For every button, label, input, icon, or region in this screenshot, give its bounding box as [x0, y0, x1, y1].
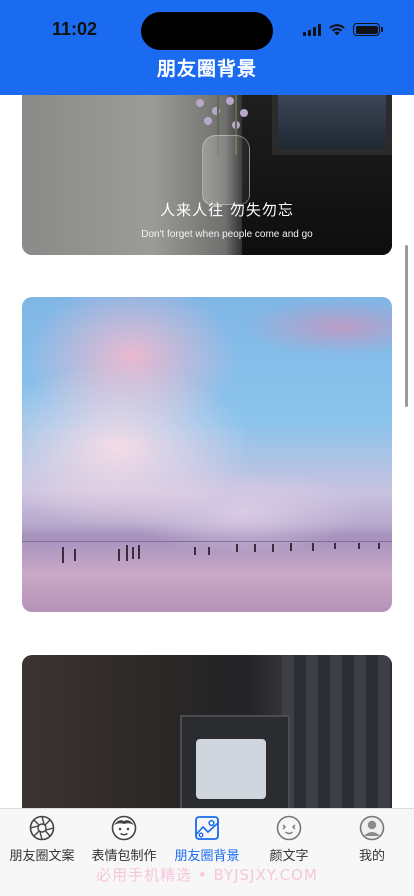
scrollbar[interactable]: [405, 245, 408, 407]
profile-icon: [359, 815, 385, 841]
tab-moments-copy[interactable]: 朋友圈文案: [1, 815, 83, 864]
aperture-icon: [29, 815, 55, 841]
background-card[interactable]: [22, 655, 392, 808]
page-title: 朋友圈背景: [156, 58, 257, 80]
tab-label: 我的: [358, 849, 385, 864]
card-quote-chinese: 人来人往 勿失勿忘: [160, 201, 294, 219]
tab-kaomoji[interactable]: 颜文字: [248, 815, 330, 864]
tab-mine[interactable]: 我的: [331, 815, 413, 864]
kaomoji-icon: [276, 815, 302, 841]
wifi-icon: [329, 24, 345, 36]
tab-label: 表情包制作: [91, 849, 157, 864]
background-card[interactable]: 人来人往 勿失勿忘 Don't forget when people come …: [22, 95, 392, 255]
tab-label: 朋友圈文案: [9, 849, 75, 864]
battery-icon: [353, 23, 383, 36]
sea-horizon: [22, 541, 392, 542]
face-icon: [111, 815, 137, 841]
glass-vase: [202, 135, 250, 205]
status-time: 11:02: [52, 19, 98, 39]
tab-label: 颜文字: [269, 849, 309, 864]
tab-sticker-maker[interactable]: 表情包制作: [83, 815, 165, 864]
card-quote-english: Don't forget when people come and go: [141, 229, 313, 240]
tab-label: 朋友圈背景: [174, 849, 240, 864]
watermark-text: 必用手机精选 • BYJSJXY.COM: [96, 866, 318, 884]
tab-moments-background[interactable]: 朋友圈背景: [166, 815, 248, 864]
cellular-signal-icon: [303, 23, 321, 36]
dynamic-island: [141, 12, 273, 50]
curtain-decoration: [282, 655, 392, 808]
header-bar: 11:02 朋友圈背景: [0, 0, 414, 95]
image-icon: [195, 816, 219, 840]
background-feed[interactable]: 人来人往 勿失勿忘 Don't forget when people come …: [0, 95, 414, 808]
poster-decoration: [196, 739, 266, 799]
background-card[interactable]: [22, 297, 392, 612]
status-icons: [303, 23, 383, 36]
